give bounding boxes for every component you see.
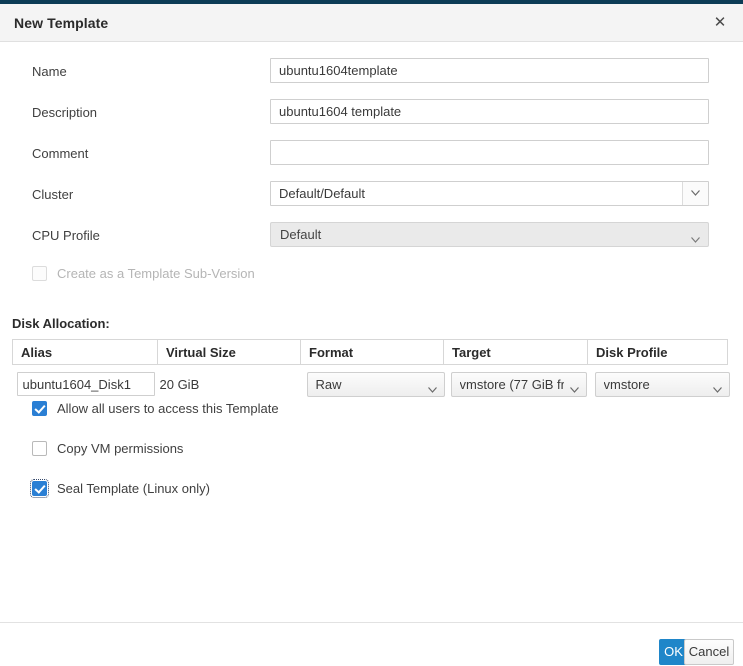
disk-format-select[interactable]: Raw — [306, 371, 445, 397]
dialog-body: Name Description Comment Cluster Default… — [0, 43, 743, 622]
column-header-disk-profile: Disk Profile — [587, 339, 728, 365]
form-row-description: Description — [0, 94, 743, 135]
cluster-combobox[interactable]: Default/Default — [270, 181, 709, 206]
table-header-row: Alias Virtual Size Format Target Disk Pr… — [12, 339, 728, 365]
column-header-virtual-size: Virtual Size — [157, 339, 301, 365]
allow-all-users-checkbox[interactable] — [32, 401, 47, 416]
chevron-down-icon[interactable] — [682, 182, 708, 205]
cell-disk-profile: vmstore — [587, 364, 730, 403]
column-header-target: Target — [443, 339, 588, 365]
comment-label: Comment — [32, 146, 89, 161]
cluster-value: Default/Default — [279, 186, 365, 201]
cpu-profile-value: Default — [280, 227, 322, 242]
template-subversion-label: Create as a Template Sub-Version — [57, 266, 255, 281]
chevron-down-icon — [569, 381, 579, 396]
dialog-title: New Template — [14, 15, 109, 31]
chevron-down-icon — [691, 231, 700, 246]
cluster-label: Cluster — [32, 187, 74, 202]
name-input[interactable] — [270, 58, 709, 83]
disk-allocation-title: Disk Allocation: — [12, 316, 110, 331]
description-input[interactable] — [270, 99, 709, 124]
template-subversion-checkbox[interactable] — [32, 266, 47, 281]
cpu-profile-label: CPU Profile — [32, 228, 100, 243]
table-row: 20 GiB Raw vmstore (77 GiB fr — [12, 364, 730, 403]
cell-alias — [12, 364, 158, 403]
disk-profile-select[interactable]: vmstore — [594, 371, 730, 397]
disk-allocation-table: Alias Virtual Size Format Target Disk Pr… — [12, 339, 730, 403]
disk-format-value: Raw — [315, 376, 342, 392]
disk-alias-input[interactable] — [16, 372, 155, 396]
seal-template-checkbox[interactable] — [30, 479, 49, 498]
comment-input[interactable] — [270, 140, 709, 165]
disk-profile-value: vmstore — [603, 376, 650, 392]
copy-vm-permissions-label: Copy VM permissions — [57, 441, 184, 456]
disk-target-value: vmstore (77 GiB fr — [459, 376, 564, 392]
description-label: Description — [32, 105, 98, 120]
dialog-header: New Template ✕ — [0, 4, 743, 42]
cell-format: Raw — [300, 364, 445, 403]
cell-virtual-size: 20 GiB — [157, 364, 301, 403]
cpu-profile-select[interactable]: Default — [270, 222, 709, 247]
column-header-alias: Alias — [12, 339, 158, 365]
form-row-comment: Comment — [0, 135, 743, 176]
form-row-cluster: Cluster Default/Default — [0, 176, 743, 217]
allow-all-users-label: Allow all users to access this Template — [57, 401, 279, 416]
close-icon[interactable]: ✕ — [709, 12, 731, 34]
form-row-cpu-profile: CPU Profile Default — [0, 217, 743, 258]
name-label: Name — [32, 64, 67, 79]
form-row-name: Name — [0, 53, 743, 94]
seal-template-label: Seal Template (Linux only) — [57, 481, 210, 496]
cancel-button[interactable]: Cancel — [684, 639, 734, 665]
chevron-down-icon — [712, 381, 722, 396]
column-header-format: Format — [300, 339, 444, 365]
dialog-footer: OK Cancel — [0, 622, 743, 666]
copy-vm-permissions-checkbox[interactable] — [32, 441, 47, 456]
chevron-down-icon — [427, 381, 437, 396]
disk-target-select[interactable]: vmstore (77 GiB fr — [450, 371, 587, 397]
cell-target: vmstore (77 GiB fr — [443, 364, 588, 403]
